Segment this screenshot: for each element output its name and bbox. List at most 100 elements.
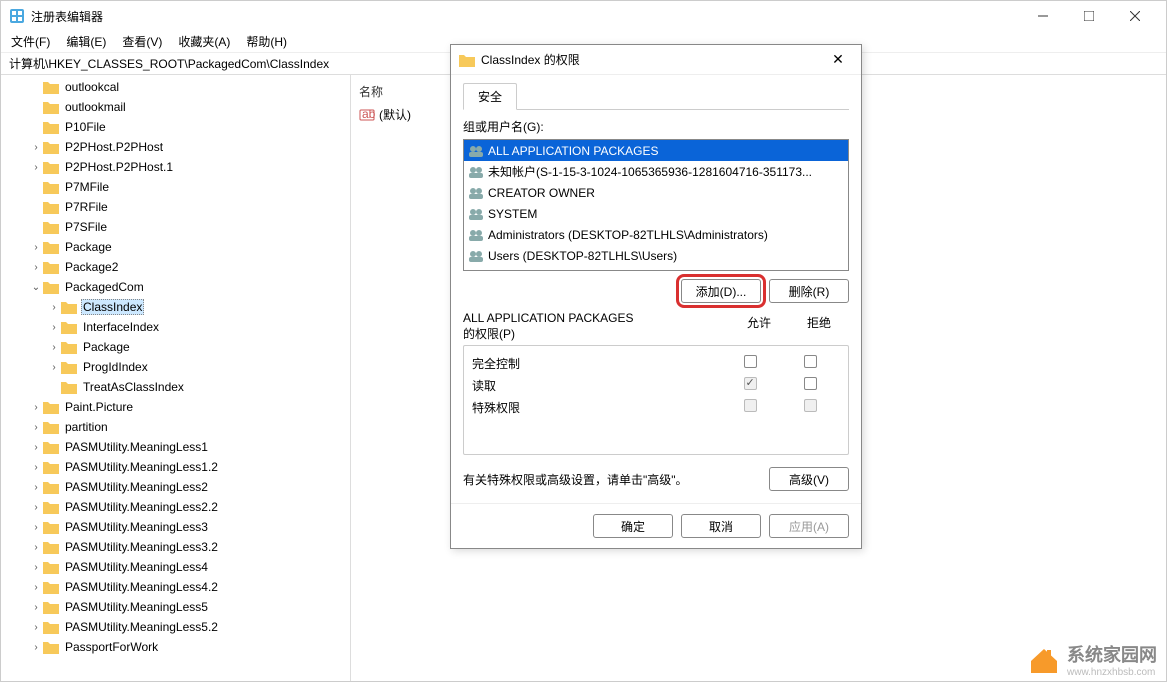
tree-label[interactable]: PASMUtility.MeaningLess2	[63, 480, 210, 494]
tree-node[interactable]: › partition	[1, 417, 350, 437]
tree-node[interactable]: › P2PHost.P2PHost	[1, 137, 350, 157]
chevron-right-icon[interactable]: ›	[29, 462, 43, 473]
chevron-right-icon[interactable]: ›	[29, 622, 43, 633]
menu-view[interactable]: 查看(V)	[116, 31, 168, 52]
chevron-right-icon[interactable]: ›	[29, 602, 43, 613]
principal-row[interactable]: Administrators (DESKTOP-82TLHLS\Administ…	[464, 224, 848, 245]
apply-button[interactable]: 应用(A)	[769, 514, 849, 538]
ok-button[interactable]: 确定	[593, 514, 673, 538]
chevron-right-icon[interactable]: ›	[29, 242, 43, 253]
tree-node[interactable]: › PassportForWork	[1, 637, 350, 657]
tree-node[interactable]: P7SFile	[1, 217, 350, 237]
tree-label[interactable]: Package	[81, 340, 132, 354]
principal-row[interactable]: CREATOR OWNER	[464, 182, 848, 203]
maximize-button[interactable]	[1066, 1, 1112, 31]
chevron-down-icon[interactable]: ⌄	[29, 282, 43, 293]
tree-label[interactable]: P10File	[63, 120, 108, 134]
chevron-right-icon[interactable]: ›	[47, 362, 61, 373]
tree-label[interactable]: P7RFile	[63, 200, 110, 214]
tree-label[interactable]: Package	[63, 240, 114, 254]
tree-node[interactable]: ⌄ PackagedCom	[1, 277, 350, 297]
tree-label[interactable]: ProgIdIndex	[81, 360, 150, 374]
tree-label[interactable]: partition	[63, 420, 110, 434]
tree-label[interactable]: InterfaceIndex	[81, 320, 161, 334]
allow-checkbox[interactable]	[744, 355, 757, 368]
tree-label[interactable]: outlookmail	[63, 100, 128, 114]
cancel-button[interactable]: 取消	[681, 514, 761, 538]
principal-row[interactable]: SYSTEM	[464, 203, 848, 224]
tree-label[interactable]: PASMUtility.MeaningLess4	[63, 560, 210, 574]
tree-node[interactable]: › Package	[1, 337, 350, 357]
tree-label[interactable]: P7SFile	[63, 220, 109, 234]
advanced-button[interactable]: 高级(V)	[769, 467, 849, 491]
tree-label[interactable]: P7MFile	[63, 180, 111, 194]
chevron-right-icon[interactable]: ›	[47, 302, 61, 313]
principal-row[interactable]: 未知帐户(S-1-15-3-1024-1065365936-1281604716…	[464, 161, 848, 182]
menu-help[interactable]: 帮助(H)	[240, 31, 293, 52]
principals-listbox[interactable]: ALL APPLICATION PACKAGES未知帐户(S-1-15-3-10…	[463, 139, 849, 271]
tree-label[interactable]: PASMUtility.MeaningLess3.2	[63, 540, 220, 554]
tree-node[interactable]: ›PASMUtility.MeaningLess2.2	[1, 497, 350, 517]
tree-node[interactable]: › ProgIdIndex	[1, 357, 350, 377]
chevron-right-icon[interactable]: ›	[29, 562, 43, 573]
tree-node[interactable]: › InterfaceIndex	[1, 317, 350, 337]
chevron-right-icon[interactable]: ›	[29, 422, 43, 433]
menu-favorites[interactable]: 收藏夹(A)	[172, 31, 236, 52]
tree-label[interactable]: P2PHost.P2PHost.1	[63, 160, 175, 174]
tree-label[interactable]: P2PHost.P2PHost	[63, 140, 165, 154]
tree-node[interactable]: › PASMUtility.MeaningLess4	[1, 557, 350, 577]
tree-label[interactable]: PackagedCom	[63, 280, 146, 294]
chevron-right-icon[interactable]: ›	[47, 342, 61, 353]
chevron-right-icon[interactable]: ›	[29, 542, 43, 553]
remove-button[interactable]: 删除(R)	[769, 279, 849, 303]
tree-node[interactable]: P7MFile	[1, 177, 350, 197]
tree-label[interactable]: ClassIndex	[81, 299, 144, 315]
tree-label[interactable]: PASMUtility.MeaningLess5.2	[63, 620, 220, 634]
tree-node[interactable]: TreatAsClassIndex	[1, 377, 350, 397]
tree-node[interactable]: P7RFile	[1, 197, 350, 217]
tree-label[interactable]: PassportForWork	[63, 640, 160, 654]
tree-label[interactable]: PASMUtility.MeaningLess4.2	[63, 580, 220, 594]
tree-node[interactable]: outlookcal	[1, 77, 350, 97]
chevron-right-icon[interactable]: ›	[29, 482, 43, 493]
tab-security[interactable]: 安全	[463, 83, 517, 110]
principal-row[interactable]: ALL APPLICATION PACKAGES	[464, 140, 848, 161]
tree-label[interactable]: PASMUtility.MeaningLess3	[63, 520, 210, 534]
tree-label[interactable]: PASMUtility.MeaningLess1	[63, 440, 210, 454]
tree-node[interactable]: › Package2	[1, 257, 350, 277]
chevron-right-icon[interactable]: ›	[29, 162, 43, 173]
tree-node[interactable]: › PASMUtility.MeaningLess4.2	[1, 577, 350, 597]
tree-node[interactable]: P10File	[1, 117, 350, 137]
tree-node[interactable]: › PASMUtility.MeaningLess1.2	[1, 457, 350, 477]
principal-row[interactable]: Users (DESKTOP-82TLHLS\Users)	[464, 245, 848, 266]
tree-node[interactable]: › P2PHost.P2PHost.1	[1, 157, 350, 177]
tree-label[interactable]: PASMUtility.MeaningLess2.2	[63, 500, 220, 514]
chevron-right-icon[interactable]: ›	[29, 642, 43, 653]
tree-node[interactable]: ›PASMUtility.MeaningLess5	[1, 597, 350, 617]
tree-node[interactable]: › Paint.Picture	[1, 397, 350, 417]
tree-node[interactable]: › ClassIndex	[1, 297, 350, 317]
tree-panel[interactable]: outlookcal outlookmail P10File › P2PHost.P2P…	[1, 75, 351, 681]
tree-label[interactable]: Paint.Picture	[63, 400, 135, 414]
menu-file[interactable]: 文件(F)	[5, 31, 56, 52]
chevron-right-icon[interactable]: ›	[47, 322, 61, 333]
tree-node[interactable]: › PASMUtility.MeaningLess3	[1, 517, 350, 537]
chevron-right-icon[interactable]: ›	[29, 142, 43, 153]
tree-node[interactable]: › Package	[1, 237, 350, 257]
chevron-right-icon[interactable]: ›	[29, 522, 43, 533]
tree-label[interactable]: PASMUtility.MeaningLess1.2	[63, 460, 220, 474]
tree-node[interactable]: outlookmail	[1, 97, 350, 117]
chevron-right-icon[interactable]: ›	[29, 442, 43, 453]
dialog-close-button[interactable]: ✕	[823, 51, 853, 68]
close-button[interactable]	[1112, 1, 1158, 31]
deny-checkbox[interactable]	[804, 355, 817, 368]
tree-node[interactable]: › PASMUtility.MeaningLess3.2	[1, 537, 350, 557]
minimize-button[interactable]	[1020, 1, 1066, 31]
tree-node[interactable]: › PASMUtility.MeaningLess1	[1, 437, 350, 457]
chevron-right-icon[interactable]: ›	[29, 262, 43, 273]
tree-label[interactable]: Package2	[63, 260, 120, 274]
chevron-right-icon[interactable]: ›	[29, 402, 43, 413]
chevron-right-icon[interactable]: ›	[29, 582, 43, 593]
tree-label[interactable]: TreatAsClassIndex	[81, 380, 186, 394]
tree-label[interactable]: outlookcal	[63, 80, 121, 94]
